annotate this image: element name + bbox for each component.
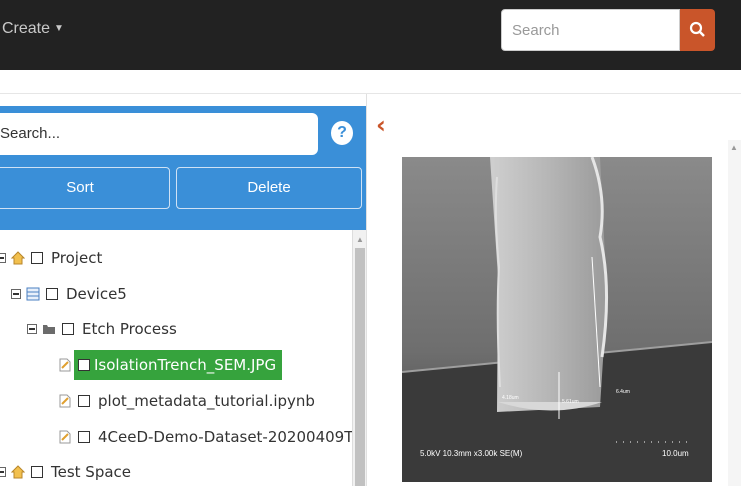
delete-button[interactable]: Delete — [176, 167, 362, 209]
checkbox[interactable] — [46, 288, 58, 300]
help-icon[interactable]: ? — [331, 121, 353, 145]
folder-icon — [43, 325, 55, 334]
scroll-up-icon[interactable]: ▲ — [730, 143, 738, 152]
measure-label-mid: 5.61um — [562, 399, 579, 405]
navbar-divider — [0, 70, 741, 94]
measure-label-left: 4.18um — [502, 395, 519, 401]
search-button[interactable] — [680, 9, 715, 51]
file-icon — [59, 394, 71, 408]
tree-node-label: Device5 — [66, 285, 127, 303]
top-navbar: Create ▼ Search — [0, 0, 741, 70]
checkbox[interactable] — [62, 323, 74, 335]
collapse-toggle-icon[interactable] — [0, 467, 6, 477]
collapse-toggle-icon[interactable] — [27, 324, 37, 334]
caret-down-icon: ▼ — [54, 23, 64, 35]
collapse-toggle-icon[interactable] — [0, 253, 6, 263]
create-menu[interactable]: Create ▼ — [2, 20, 64, 38]
checkbox[interactable] — [78, 359, 90, 371]
scroll-up-icon[interactable]: ▲ — [356, 235, 364, 244]
create-label: Create — [2, 20, 51, 37]
tree-node-project[interactable]: Project — [0, 246, 102, 270]
measure-label-right: 6.4um — [616, 389, 630, 395]
tree-scrollbar[interactable]: ▲ — [352, 230, 366, 486]
tree-node-label: plot_metadata_tutorial.ipynb — [98, 392, 315, 410]
checkbox[interactable] — [31, 466, 43, 478]
tree-node-device5[interactable]: Device5 — [11, 282, 127, 306]
sem-info-label: 5.0kV 10.3mm x3.00k SE(M) — [420, 449, 523, 458]
tree-node-plot-metadata[interactable]: plot_metadata_tutorial.ipynb — [58, 389, 315, 413]
table-icon — [26, 287, 40, 301]
checkbox[interactable] — [78, 395, 90, 407]
tree-node-etch-process[interactable]: Etch Process — [27, 317, 177, 341]
tree-node-isolationtrench[interactable]: IsolationTrench_SEM.JPG — [58, 350, 283, 380]
sort-button[interactable]: Sort — [0, 167, 170, 209]
search-input[interactable]: Search — [501, 9, 680, 51]
tree-node-label: IsolationTrench_SEM.JPG — [94, 356, 277, 374]
chevron-left-icon[interactable]: ‹ — [376, 111, 386, 139]
checkbox[interactable] — [78, 431, 90, 443]
home-icon — [11, 251, 25, 265]
file-icon — [59, 430, 71, 444]
scale-label: 10.0um — [662, 449, 689, 458]
tree-node-label: Project — [51, 249, 103, 267]
home-icon — [11, 465, 25, 479]
sem-image: 4.18um 5.61um 6.4um 5.0kV 10.3mm x3.00k … — [402, 157, 712, 482]
file-tree: Project Device5 Etch Process IsolationTr… — [0, 230, 372, 486]
tree-node-label: Test Space — [51, 463, 132, 481]
collapse-toggle-icon[interactable] — [11, 289, 21, 299]
search-icon — [689, 21, 705, 37]
checkbox[interactable] — [31, 252, 43, 264]
scroll-thumb[interactable] — [355, 248, 365, 486]
tree-node-label: 4CeeD-Demo-Dataset-20200409T04 — [98, 428, 373, 446]
preview-scrollbar[interactable]: ▲ — [728, 140, 741, 486]
tree-node-test-space[interactable]: Test Space — [0, 460, 131, 484]
selected-highlight: IsolationTrench_SEM.JPG — [74, 350, 283, 380]
tree-search-input[interactable]: Search... — [0, 113, 318, 155]
file-icon — [59, 358, 71, 372]
tree-node-4ceed-dataset[interactable]: 4CeeD-Demo-Dataset-20200409T04 — [58, 425, 372, 449]
tree-node-label: Etch Process — [82, 320, 177, 338]
